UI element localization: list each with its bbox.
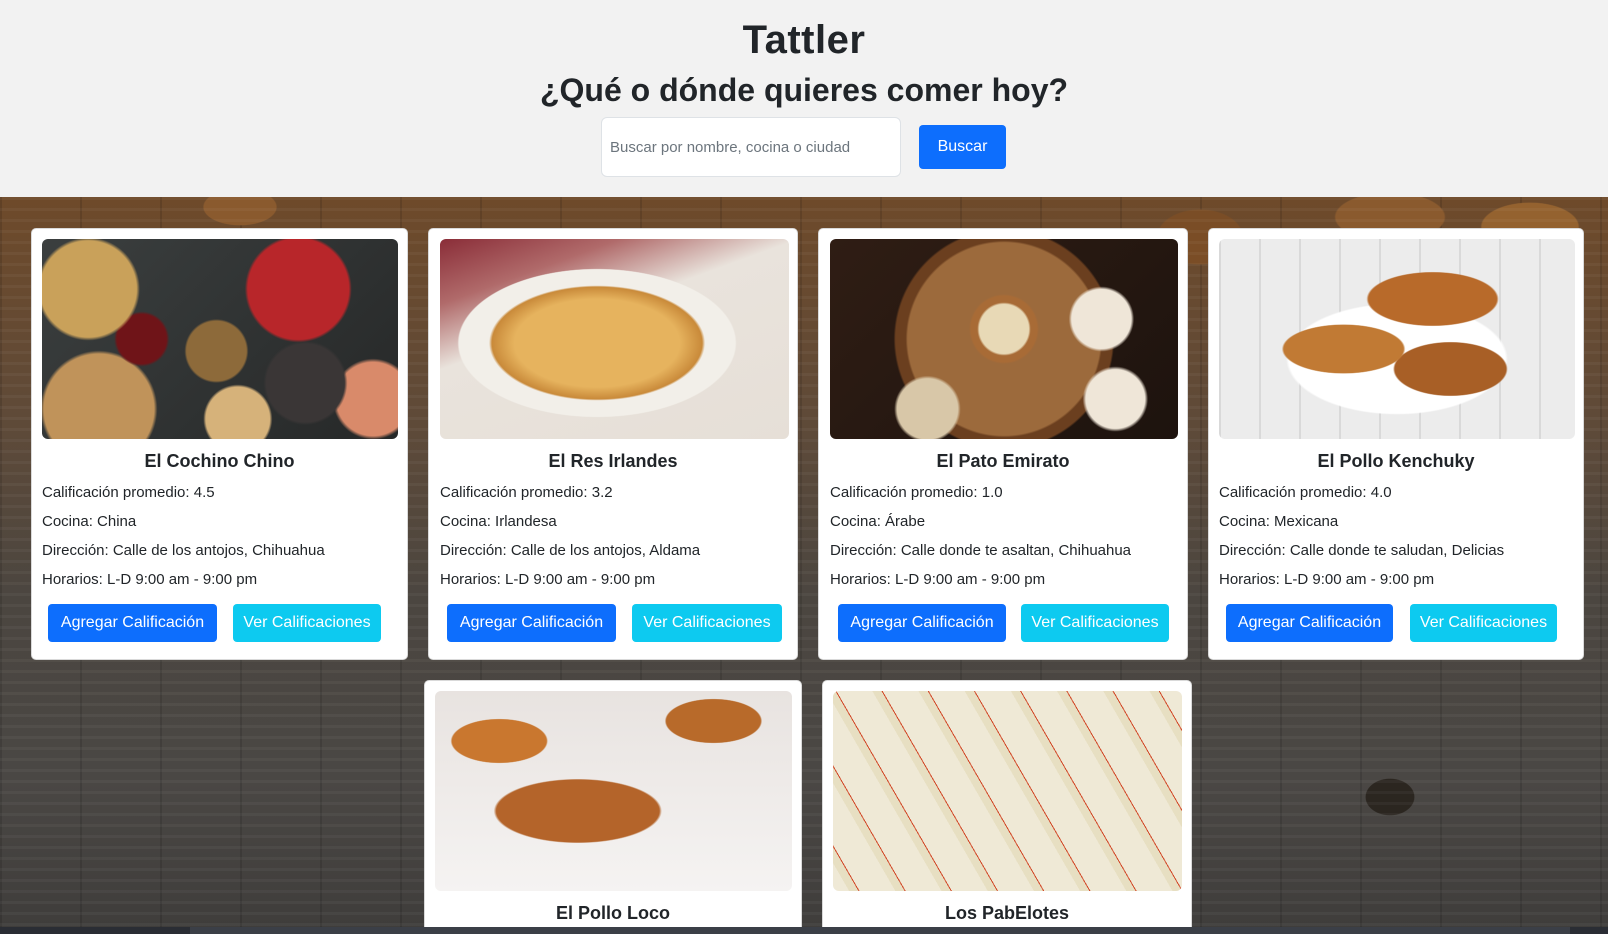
restaurant-name: El Pato Emirato	[936, 451, 1070, 471]
restaurant-image	[440, 239, 789, 439]
restaurant-image	[42, 239, 398, 439]
add-rating-button[interactable]: Agregar Calificación	[48, 604, 217, 642]
restaurant-rating: Calificación promedio: 1.0	[830, 484, 1003, 501]
restaurant-rating: Calificación promedio: 4.0	[1219, 484, 1392, 501]
restaurant-card: El Pato Emirato Calificación promedio: 1…	[818, 228, 1188, 660]
restaurant-hours: Horarios: L-D 9:00 am - 9:00 pm	[830, 571, 1046, 588]
restaurant-name: El Cochino Chino	[144, 451, 295, 471]
add-rating-button[interactable]: Agregar Calificación	[447, 604, 616, 642]
restaurant-image	[1219, 239, 1575, 439]
add-rating-button[interactable]: Agregar Calificación	[1226, 604, 1393, 642]
restaurant-card: El Res Irlandes Calificación promedio: 3…	[428, 228, 798, 660]
restaurant-card: El Pollo Kenchuky Calificación promedio:…	[1208, 228, 1584, 660]
restaurant-cuisine: Cocina: Irlandesa	[440, 513, 557, 530]
restaurant-card: El Cochino Chino Calificación promedio: …	[31, 228, 408, 660]
add-rating-button[interactable]: Agregar Calificación	[838, 604, 1006, 642]
restaurant-name: El Res Irlandes	[548, 451, 678, 471]
restaurant-name: El Pollo Kenchuky	[1317, 451, 1475, 471]
restaurant-address: Dirección: Calle de los antojos, Chihuah…	[42, 542, 325, 559]
restaurant-cuisine: Cocina: China	[42, 513, 137, 530]
view-ratings-button[interactable]: Ver Calificaciones	[1021, 604, 1169, 642]
restaurant-address: Dirección: Calle donde te saludan, Delic…	[1219, 542, 1505, 559]
restaurant-card: El Pollo Loco	[424, 680, 802, 932]
site-title: Tattler	[742, 18, 866, 62]
restaurant-hours: Horarios: L-D 9:00 am - 9:00 pm	[440, 571, 656, 588]
horizontal-scrollbar[interactable]	[0, 927, 1608, 934]
restaurant-cuisine: Cocina: Mexicana	[1219, 513, 1339, 530]
restaurant-address: Dirección: Calle de los antojos, Aldama	[440, 542, 701, 559]
scrollbar-thumb[interactable]	[190, 927, 1570, 934]
restaurant-image	[435, 691, 792, 891]
restaurant-address: Dirección: Calle donde te asaltan, Chihu…	[830, 542, 1132, 559]
restaurant-name: Los PabElotes	[944, 903, 1070, 923]
restaurant-name: El Pollo Loco	[555, 903, 670, 923]
restaurant-image	[833, 691, 1182, 891]
restaurant-card: Los PabElotes	[822, 680, 1192, 932]
restaurant-image	[830, 239, 1178, 439]
page-subtitle: ¿Qué o dónde quieres comer hoy?	[539, 72, 1069, 108]
view-ratings-button[interactable]: Ver Calificaciones	[632, 604, 782, 642]
search-input[interactable]	[601, 117, 901, 177]
restaurant-hours: Horarios: L-D 9:00 am - 9:00 pm	[42, 571, 258, 588]
view-ratings-button[interactable]: Ver Calificaciones	[233, 604, 381, 642]
restaurant-rating: Calificación promedio: 3.2	[440, 484, 613, 501]
search-button[interactable]: Buscar	[919, 125, 1006, 169]
view-ratings-button[interactable]: Ver Calificaciones	[1410, 604, 1557, 642]
restaurant-rating: Calificación promedio: 4.5	[42, 484, 215, 501]
page-header: Tattler ¿Qué o dónde quieres comer hoy? …	[0, 0, 1608, 197]
restaurant-hours: Horarios: L-D 9:00 am - 9:00 pm	[1219, 571, 1435, 588]
restaurant-cuisine: Cocina: Árabe	[830, 513, 926, 530]
